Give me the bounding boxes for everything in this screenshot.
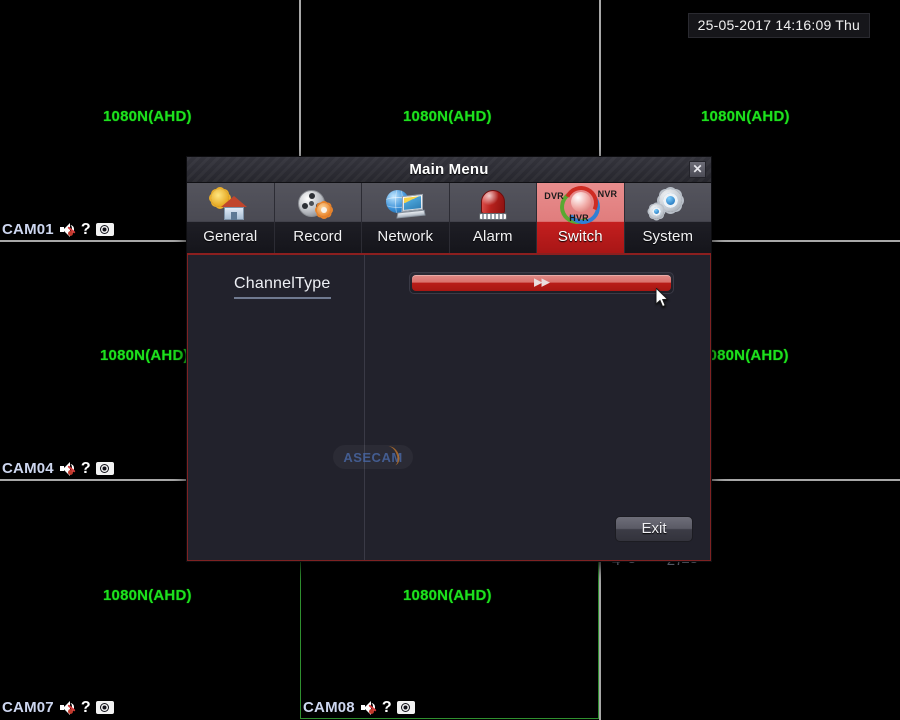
tab-system[interactable]: System (625, 183, 712, 253)
film-reel-gear-icon (275, 183, 362, 227)
channel-type-label: ChannelType (234, 275, 331, 299)
dvr-nvr-hvr-switch-icon: DVR NVR HVR (537, 181, 624, 227)
house-gear-icon (187, 183, 274, 227)
resolution-label-r2c1: 1080N(AHD) (100, 347, 189, 364)
menu-tab-strip: General Record Network Alarm DVR NVR HVR… (187, 181, 712, 255)
tab-network[interactable]: Network (362, 183, 450, 253)
panel-divider (364, 255, 365, 560)
tab-label-network: Network (377, 228, 434, 245)
globe-laptop-icon (362, 183, 449, 227)
resolution-label-r1c2: 1080N(AHD) (403, 108, 492, 125)
watermark-logo: ASECAM (333, 445, 413, 469)
camera-name-cam04: CAM04 (2, 460, 54, 477)
main-menu-dialog: Main Menu ✕ General Record Network Alarm… (186, 156, 712, 562)
tab-alarm[interactable]: Alarm (450, 183, 537, 253)
resolution-label-r3c2: 1080N(AHD) (403, 587, 492, 604)
timestamp-overlay: 25-05-2017 14:16:09 Thu (687, 13, 870, 38)
camera-label-cam07[interactable]: CAM07 ? (2, 699, 114, 716)
camera-label-cam04[interactable]: CAM04 ? (2, 460, 114, 477)
tab-label-general: General (203, 228, 258, 245)
channel-type-progress-bar[interactable]: ▶▶ (409, 272, 674, 294)
resolution-label-r3c1: 1080N(AHD) (103, 587, 192, 604)
record-status-icon (396, 701, 415, 714)
siren-icon (450, 183, 537, 227)
fast-forward-icon: ▶▶ (534, 276, 550, 289)
switch-icon-nvr-text: NVR (597, 189, 618, 199)
record-status-icon (95, 462, 114, 475)
mute-icon[interactable] (59, 461, 76, 476)
resolution-label-r1c3: 1080N(AHD) (701, 108, 790, 125)
record-status-icon (95, 701, 114, 714)
mute-icon[interactable] (360, 700, 377, 715)
selected-cell-highlight-cam08 (300, 561, 599, 719)
dialog-title-bar: Main Menu ✕ (187, 157, 711, 183)
resolution-label-r1c1: 1080N(AHD) (103, 108, 192, 125)
camera-name-cam01: CAM01 (2, 221, 54, 238)
question-mark-icon: ? (381, 698, 392, 716)
camera-name-cam08: CAM08 (303, 699, 355, 716)
camera-label-cam01[interactable]: CAM01 ? (2, 221, 114, 238)
mute-icon[interactable] (59, 700, 76, 715)
resolution-label-r2c3: 1080N(AHD) (700, 347, 789, 364)
tab-label-record: Record (293, 228, 343, 245)
question-mark-icon: ? (80, 698, 91, 716)
gears-icon (625, 183, 712, 227)
mute-icon[interactable] (59, 222, 76, 237)
close-icon[interactable]: ✕ (689, 161, 706, 178)
dialog-content-area: ChannelType ▶▶ ASECAM Exit (187, 255, 711, 561)
progress-bar-fill: ▶▶ (412, 275, 671, 291)
switch-icon-dvr-text: DVR (544, 191, 564, 201)
tab-label-system: System (642, 228, 694, 245)
camera-name-cam07: CAM07 (2, 699, 54, 716)
switch-icon-hvr-text: HVR (569, 213, 589, 223)
record-status-icon (95, 223, 114, 236)
tab-switch[interactable]: DVR NVR HVR Switch (537, 181, 625, 253)
exit-button[interactable]: Exit (615, 516, 693, 542)
question-mark-icon: ? (80, 220, 91, 238)
camera-label-cam08[interactable]: CAM08 ? (303, 699, 415, 716)
question-mark-icon: ? (80, 459, 91, 477)
dialog-title: Main Menu (409, 161, 489, 178)
tab-record[interactable]: Record (275, 183, 362, 253)
tab-label-switch: Switch (557, 228, 603, 245)
tab-general[interactable]: General (187, 183, 275, 253)
tab-label-alarm: Alarm (472, 228, 513, 245)
